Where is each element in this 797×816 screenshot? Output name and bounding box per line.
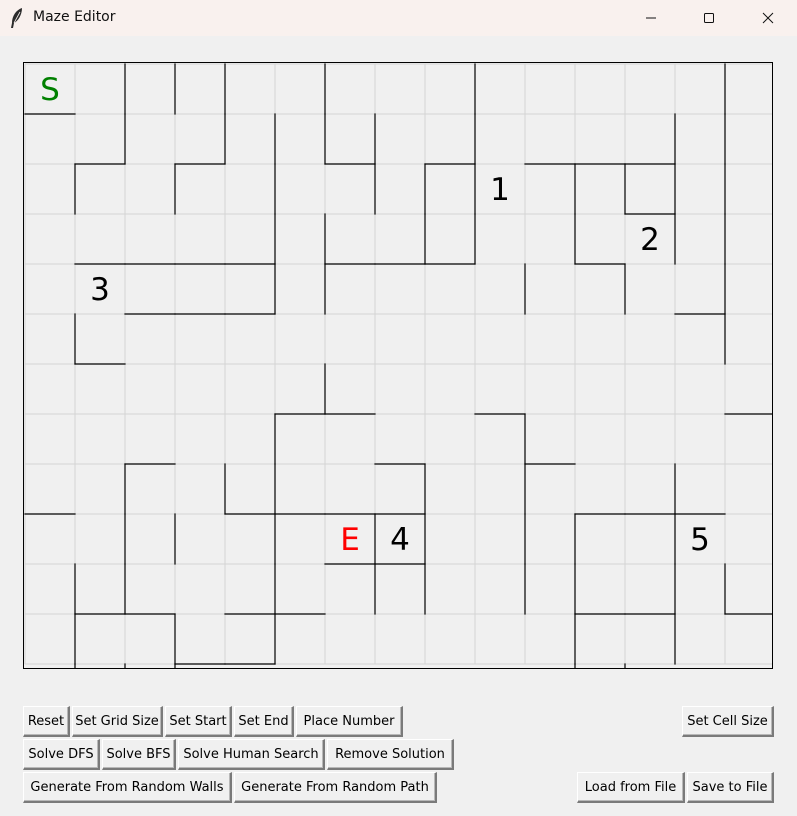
minimize-button[interactable] bbox=[622, 0, 680, 36]
remove-solution-button[interactable]: Remove Solution bbox=[327, 739, 454, 770]
maze-editor-window: Maze Editor SE12345 Reset Set Grid Size … bbox=[0, 0, 797, 816]
close-icon bbox=[762, 12, 774, 24]
set-grid-size-button[interactable]: Set Grid Size bbox=[72, 706, 163, 737]
solve-bfs-button[interactable]: Solve BFS bbox=[102, 739, 176, 770]
load-from-file-button[interactable]: Load from File bbox=[577, 772, 685, 803]
solve-human-search-button[interactable]: Solve Human Search bbox=[178, 739, 325, 770]
number-marker: 4 bbox=[390, 522, 410, 558]
maze-canvas[interactable]: S E 1 2 3 4 5 bbox=[23, 62, 773, 669]
start-marker: S bbox=[40, 72, 60, 108]
number-marker: 5 bbox=[690, 522, 710, 558]
generate-random-path-button[interactable]: Generate From Random Path bbox=[234, 772, 437, 803]
set-cell-size-button[interactable]: Set Cell Size bbox=[682, 706, 774, 737]
maximize-icon bbox=[704, 13, 714, 23]
maximize-button[interactable] bbox=[680, 0, 738, 36]
number-marker: 3 bbox=[90, 272, 110, 308]
number-marker: 2 bbox=[640, 222, 660, 258]
number-marker: 1 bbox=[490, 172, 510, 208]
reset-button[interactable]: Reset bbox=[23, 706, 70, 737]
place-number-button[interactable]: Place Number bbox=[296, 706, 403, 737]
solve-dfs-button[interactable]: Solve DFS bbox=[23, 739, 100, 770]
set-start-button[interactable]: Set Start bbox=[165, 706, 232, 737]
end-marker: E bbox=[340, 522, 360, 558]
window-title: Maze Editor bbox=[33, 9, 116, 25]
maze-walls bbox=[24, 63, 773, 669]
maze-border bbox=[23, 62, 773, 669]
title-bar[interactable]: Maze Editor bbox=[0, 0, 797, 36]
maze-grid[interactable]: S E 1 2 3 4 5 bbox=[23, 62, 773, 669]
set-end-button[interactable]: Set End bbox=[234, 706, 294, 737]
feather-icon bbox=[11, 8, 22, 28]
minimize-icon bbox=[646, 17, 656, 19]
generate-random-walls-button[interactable]: Generate From Random Walls bbox=[23, 772, 232, 803]
save-to-file-button[interactable]: Save to File bbox=[687, 772, 774, 803]
close-button[interactable] bbox=[739, 0, 797, 36]
grid-lines bbox=[24, 63, 773, 665]
